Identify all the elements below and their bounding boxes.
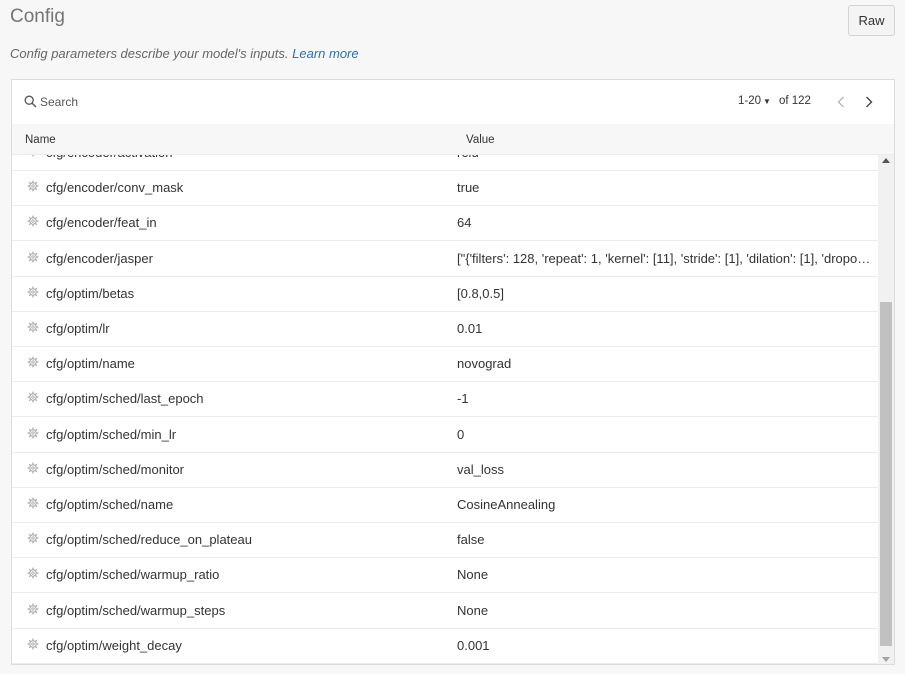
- scroll-down-arrow[interactable]: [882, 657, 890, 662]
- table-row[interactable]: cfg/optim/sched/min_lr 0: [12, 418, 878, 453]
- param-value: relu: [457, 155, 875, 160]
- table-row[interactable]: cfg/optim/betas [0.8,0.5]: [12, 277, 878, 312]
- param-value: None: [457, 602, 489, 618]
- gear-icon: [27, 215, 39, 227]
- table-row[interactable]: cfg/optim/sched/reduce_on_plateau false: [12, 523, 878, 559]
- search-icon: [24, 95, 37, 108]
- table-row[interactable]: cfg/optim/name novograd: [12, 347, 878, 383]
- table-body: cfg/encoder/activation relu cfg/encoder/co…: [12, 155, 878, 664]
- param-value: None: [457, 567, 489, 583]
- param-name: cfg/optim/name: [46, 356, 135, 372]
- caret-down-icon: ▼: [763, 96, 771, 106]
- gear-icon: [27, 567, 39, 579]
- table-row[interactable]: cfg/optim/sched/name CosineAnnealing: [12, 488, 878, 523]
- gear-icon: [27, 155, 39, 157]
- column-header-name[interactable]: Name: [25, 134, 56, 146]
- table-row[interactable]: cfg/encoder/conv_mask true: [12, 171, 878, 207]
- prev-page-button[interactable]: [832, 91, 850, 113]
- gear-icon: [27, 497, 39, 509]
- param-value: CosineAnnealing: [457, 497, 556, 512]
- param-name: cfg/optim/sched/reduce_on_plateau: [46, 532, 252, 548]
- raw-button[interactable]: Raw: [848, 5, 895, 36]
- next-page-button[interactable]: [860, 91, 878, 113]
- gear-icon: [27, 462, 39, 474]
- config-panel: 1-20 ▼ of 122 Name Value cfg/encoder/act…: [11, 79, 895, 665]
- gear-icon: [27, 286, 39, 298]
- gear-icon: [27, 603, 39, 615]
- description: Config parameters describe your model's …: [10, 46, 359, 61]
- column-header-value[interactable]: Value: [466, 134, 495, 146]
- page-range: 1-20: [738, 95, 762, 107]
- table-row[interactable]: cfg/optim/weight_decay 0.001: [12, 629, 878, 664]
- page-size-dropdown[interactable]: 1-20 ▼: [738, 95, 771, 107]
- param-name: cfg/optim/sched/monitor: [46, 461, 185, 477]
- param-value: false: [457, 532, 485, 548]
- param-name: cfg/optim/lr: [46, 321, 110, 336]
- chevron-left-icon: [837, 96, 844, 108]
- scroll-thumb[interactable]: [880, 302, 892, 646]
- param-value: ["{'filters': 128, 'repeat': 1, 'kernel'…: [457, 250, 875, 266]
- gear-icon: [27, 180, 39, 192]
- param-name: cfg/optim/sched/min_lr: [46, 426, 177, 442]
- param-name: cfg/optim/betas: [46, 285, 135, 301]
- gear-icon: [27, 321, 39, 333]
- pager: 1-20 ▼ of 122: [738, 95, 811, 107]
- table-row[interactable]: cfg/encoder/feat_in 64: [12, 206, 878, 242]
- total-count: of 122: [778, 95, 811, 107]
- page-title: Config: [10, 6, 65, 27]
- learn-more-link[interactable]: Learn more: [292, 46, 358, 61]
- description-text: Config parameters describe your model's …: [10, 46, 289, 61]
- search-input[interactable]: [40, 92, 340, 112]
- gear-icon: [27, 638, 39, 650]
- param-name: cfg/optim/sched/name: [46, 497, 174, 512]
- table-row[interactable]: cfg/optim/sched/warmup_ratio None: [12, 558, 878, 594]
- param-name: cfg/encoder/activation: [46, 155, 172, 160]
- param-value: true: [457, 180, 480, 196]
- param-value: -1: [457, 391, 469, 407]
- param-value: val_loss: [457, 461, 504, 477]
- table-row[interactable]: cfg/optim/sched/monitor val_loss: [12, 453, 878, 488]
- param-value: 0.001: [457, 637, 490, 653]
- param-name: cfg/optim/weight_decay: [46, 637, 182, 653]
- table-row[interactable]: cfg/optim/sched/last_epoch -1: [12, 382, 878, 418]
- table-header: Name Value: [12, 124, 894, 155]
- scroll-up-arrow[interactable]: [882, 158, 890, 163]
- table-row[interactable]: cfg/optim/sched/warmup_steps None: [12, 594, 878, 629]
- gear-icon: [27, 356, 39, 368]
- param-value: 64: [457, 215, 472, 231]
- chevron-right-icon: [866, 96, 873, 108]
- gear-icon: [27, 427, 39, 439]
- param-name: cfg/optim/sched/warmup_ratio: [46, 567, 220, 583]
- param-name: cfg/encoder/conv_mask: [46, 180, 184, 196]
- param-name: cfg/encoder/feat_in: [46, 215, 157, 231]
- param-name: cfg/encoder/jasper: [46, 250, 153, 266]
- param-value: 0: [457, 426, 465, 442]
- param-value: [0.8,0.5]: [457, 285, 504, 301]
- gear-icon: [27, 532, 39, 544]
- search-bar: 1-20 ▼ of 122: [12, 80, 894, 124]
- param-value: 0.01: [457, 321, 483, 336]
- param-name: cfg/optim/sched/last_epoch: [46, 391, 204, 407]
- table-row[interactable]: cfg/encoder/jasper ["{'filters': 128, 're…: [12, 242, 878, 277]
- param-name: cfg/optim/sched/warmup_steps: [46, 602, 226, 618]
- scrollbar[interactable]: [878, 155, 894, 664]
- gear-icon: [27, 251, 39, 263]
- table-row[interactable]: cfg/encoder/activation relu: [12, 155, 878, 171]
- table-row[interactable]: cfg/optim/lr 0.01: [12, 312, 878, 347]
- gear-icon: [27, 391, 39, 403]
- param-value: novograd: [457, 356, 512, 372]
